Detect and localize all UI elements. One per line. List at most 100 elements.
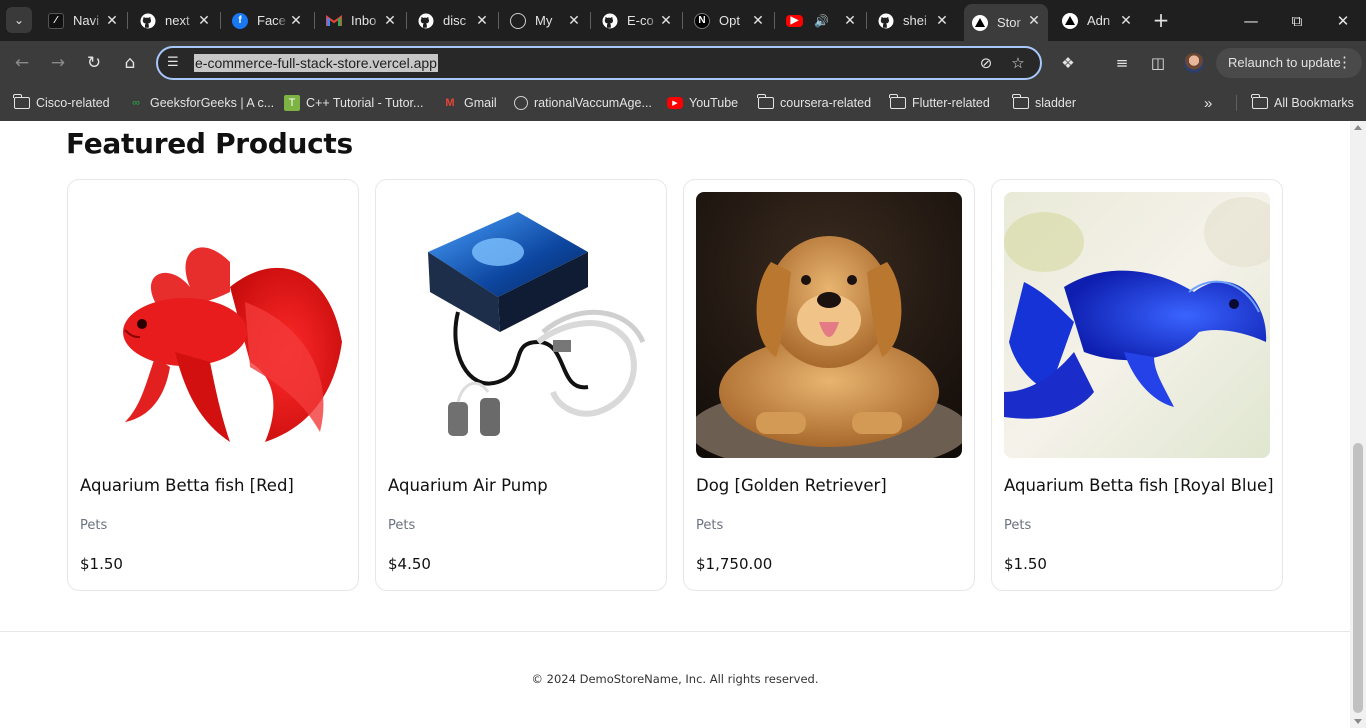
bookmark-gfg[interactable]: ∞ GeeksforGeeks | A c... [128,93,274,113]
product-card[interactable]: Aquarium Betta fish [Royal Blue] Pets $1… [991,179,1283,591]
golden-retriever-image[interactable] [696,192,962,458]
product-price: $1.50 [80,555,123,573]
featured-products-heading: Featured Products [66,127,353,160]
product-name[interactable]: Dog [Golden Retriever] [696,476,887,495]
tab-separator [682,12,683,29]
product-name[interactable]: Aquarium Air Pump [388,476,548,495]
tab-separator [406,12,407,29]
all-bookmarks-button[interactable]: All Bookmarks [1251,93,1354,113]
bookmark-sladder[interactable]: sladder [1012,93,1076,113]
url-text[interactable]: e-commerce-full-stack-store.vercel.app [194,54,438,72]
eye-off-icon[interactable]: ⊘ [976,53,996,73]
reload-button[interactable]: ↻ [82,51,106,75]
more-vert-icon: ⋮ [1337,54,1352,71]
page-scrollbar[interactable] [1350,121,1366,728]
relaunch-button[interactable]: Relaunch to update ⋮ [1216,48,1362,78]
close-window-button[interactable]: ✕ [1320,0,1366,41]
product-card[interactable]: Aquarium Air Pump Pets $4.50 [375,179,667,591]
close-tab-icon[interactable]: ✕ [382,12,398,28]
close-tab-icon[interactable]: ✕ [196,12,212,28]
close-tab-icon[interactable]: ✕ [104,12,120,28]
product-category: Pets [80,518,108,533]
vercel-icon [1062,12,1078,29]
restore-icon: ⧉ [1291,11,1303,30]
extensions-icon[interactable]: ❖ [1057,52,1079,74]
tab-facebook[interactable]: f Face ✕ [226,0,310,41]
tab-separator [127,12,128,29]
youtube-icon: ▶ [667,97,683,109]
product-card[interactable]: Dog [Golden Retriever] Pets $1,750.00 [683,179,975,591]
globe-icon [510,12,526,29]
close-tab-icon[interactable]: ✕ [474,12,490,28]
github-icon [418,13,434,29]
folder-icon [1251,94,1268,111]
close-tab-icon[interactable]: ✕ [566,12,582,28]
close-icon: ✕ [1336,11,1350,30]
tab-my[interactable]: My ✕ [504,0,588,41]
side-panel-icon[interactable]: ◫ [1147,52,1169,74]
bookmarks-bar: Cisco-related ∞ GeeksforGeeks | A c... T… [0,85,1366,121]
tab-navi[interactable]: ⁄ Navi ✕ [42,0,126,41]
profile-avatar[interactable] [1184,53,1204,73]
air-pump-image[interactable] [388,192,654,458]
restore-button[interactable]: ⧉ [1274,0,1320,41]
tab-store-active[interactable]: Stor ✕ [964,4,1048,41]
bookmark-rational[interactable]: rationalVaccumAge... [514,93,652,113]
audio-playing-icon[interactable]: 🔊 [814,14,829,28]
scrollbar-thumb[interactable] [1353,443,1363,713]
tab-admin[interactable]: Adn ✕ [1056,0,1140,41]
tab-disc[interactable]: disc ✕ [412,0,496,41]
address-bar[interactable]: ☰ e-commerce-full-stack-store.vercel.app… [156,46,1042,80]
tab-separator [220,12,221,29]
folder-icon [13,94,30,111]
forward-button[interactable]: → [46,51,70,75]
site-settings-icon[interactable]: ☰ [167,55,179,70]
media-controls-icon[interactable]: ≡ [1111,52,1133,74]
footer-divider [0,631,1350,632]
tab-youtube[interactable]: ▶ 🔊 ✕ [780,0,864,41]
more-bookmarks-button[interactable]: » [1204,93,1212,113]
bookmark-youtube[interactable]: ▶ YouTube [667,93,738,113]
bookmark-flutter[interactable]: Flutter-related [889,93,990,113]
youtube-icon: ▶ [786,14,803,27]
product-name[interactable]: Aquarium Betta fish [Royal Blue] [1004,476,1274,495]
tab-ecommerce[interactable]: E-co ✕ [596,0,680,41]
red-betta-fish-image[interactable] [80,192,346,458]
browser-toolbar: ← → ↻ ⌂ ☰ e-commerce-full-stack-store.ve… [0,41,1366,85]
tab-inbox[interactable]: Inbo ✕ [320,0,404,41]
scroll-down-icon[interactable] [1354,719,1362,724]
close-tab-icon[interactable]: ✕ [842,12,858,28]
close-tab-icon[interactable]: ✕ [658,12,674,28]
close-tab-icon[interactable]: ✕ [934,12,950,28]
product-name[interactable]: Aquarium Betta fish [Red] [80,476,294,495]
gfg-icon: ∞ [132,97,140,109]
home-button[interactable]: ⌂ [118,51,142,75]
minimize-button[interactable]: — [1228,0,1274,41]
tab-separator [498,12,499,29]
close-tab-icon[interactable]: ✕ [1026,12,1042,28]
bookmark-gmail[interactable]: M Gmail [442,93,496,113]
tab-opt[interactable]: N Opt ✕ [688,0,772,41]
folder-icon [757,94,774,111]
close-tab-icon[interactable]: ✕ [288,12,304,28]
back-button[interactable]: ← [10,51,34,75]
bookmark-coursera[interactable]: coursera-related [757,93,871,113]
product-card[interactable]: Aquarium Betta fish [Red] Pets $1.50 [67,179,359,591]
nextjs-icon: N [694,12,710,29]
bookmark-separator [1236,95,1237,111]
bookmark-cpp-tutorial[interactable]: T C++ Tutorial - Tutor... [284,93,423,113]
tab-separator [314,12,315,29]
tab-next[interactable]: next ✕ [134,0,218,41]
scroll-up-icon[interactable] [1354,125,1362,130]
product-price: $4.50 [388,555,431,573]
bookmark-cisco[interactable]: Cisco-related [13,93,110,113]
tab-search-button[interactable]: ⌄ [6,7,32,33]
bookmark-star-icon[interactable]: ☆ [1008,53,1028,73]
close-tab-icon[interactable]: ✕ [1118,12,1134,28]
tab-shei[interactable]: shei ✕ [872,0,956,41]
close-tab-icon[interactable]: ✕ [750,12,766,28]
tab-separator [590,12,591,29]
new-tab-button[interactable]: + [1151,10,1171,30]
product-category: Pets [1004,518,1032,533]
blue-betta-fish-image[interactable] [1004,192,1270,458]
